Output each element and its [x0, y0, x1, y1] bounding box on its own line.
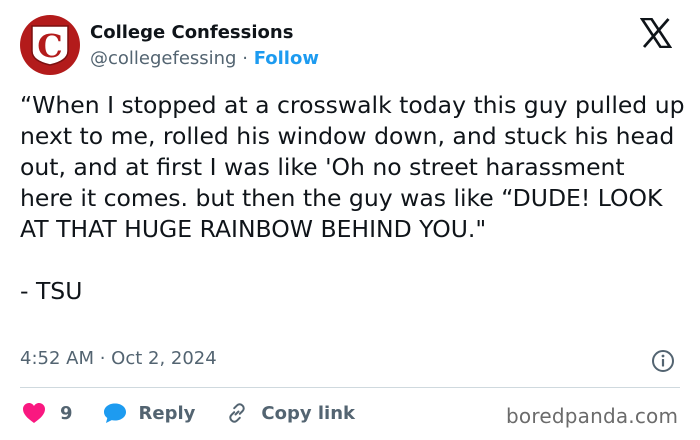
reply-label: Reply [138, 402, 196, 424]
info-icon[interactable] [651, 349, 675, 373]
link-icon [229, 403, 246, 423]
avatar[interactable]: C [20, 15, 80, 75]
action-bar: 9 Reply Copy link [22, 398, 355, 428]
reply-button[interactable]: Reply [103, 402, 196, 424]
like-button[interactable]: 9 [22, 402, 73, 424]
avatar-letter: C [37, 27, 62, 65]
copy-link-label: Copy link [261, 402, 355, 424]
tweet-text: “When I stopped at a crosswalk today thi… [20, 91, 685, 305]
divider [20, 387, 680, 388]
x-logo-icon[interactable] [640, 18, 672, 48]
speech-bubble-icon [103, 403, 126, 423]
like-count: 9 [60, 402, 73, 424]
heart-icon [23, 403, 45, 423]
tweet-timestamp[interactable]: 4:52 AM · Oct 2, 2024 [20, 348, 217, 369]
handle-separator: · [242, 48, 248, 69]
watermark: boredpanda.com [506, 404, 679, 428]
follow-button[interactable]: Follow [254, 48, 319, 69]
author-handle-row: @collegefessing · Follow [90, 48, 319, 69]
author-name[interactable]: College Confessions [90, 22, 293, 43]
college-logo-icon: C [31, 25, 69, 66]
copy-link-button[interactable]: Copy link [225, 401, 355, 425]
author-handle[interactable]: @collegefessing [90, 48, 237, 69]
